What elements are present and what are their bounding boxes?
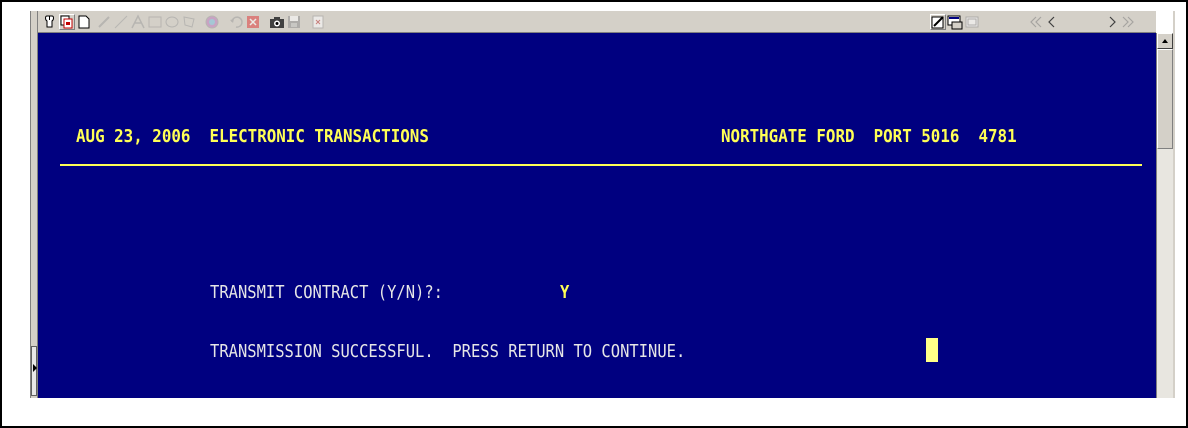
scroll-up-button[interactable] <box>1157 33 1173 49</box>
edit-icon[interactable] <box>930 14 946 30</box>
transmit-contract-answer[interactable]: Y <box>560 283 569 303</box>
close-doc-icon[interactable] <box>310 14 326 30</box>
polygon-icon[interactable] <box>181 14 197 30</box>
forward-icon[interactable] <box>1104 14 1120 30</box>
toolbar <box>38 11 1156 33</box>
fast-forward-icon[interactable] <box>1120 14 1136 30</box>
status-message: TRANSMISSION SUCCESSFUL. PRESS RETURN TO… <box>210 341 686 362</box>
camera-icon[interactable] <box>269 14 285 30</box>
text-cursor[interactable] <box>926 338 938 362</box>
arrow-up-icon <box>1162 39 1168 43</box>
back-icon[interactable] <box>1044 14 1060 30</box>
rectangle-icon[interactable] <box>147 14 163 30</box>
delete-icon[interactable] <box>245 14 261 30</box>
blank-page-icon[interactable] <box>76 14 92 30</box>
header-divider <box>60 164 1142 166</box>
undo-icon[interactable] <box>228 14 244 30</box>
ellipse-icon[interactable] <box>164 14 180 30</box>
color-icon[interactable] <box>204 14 220 30</box>
rewind-icon[interactable] <box>1028 14 1044 30</box>
header-date-title: AUG 23, 2006 ELECTRONIC TRANSACTIONS <box>76 126 429 147</box>
window-icon[interactable] <box>964 14 980 30</box>
scroll-thumb[interactable] <box>1157 49 1173 149</box>
window-edge <box>1173 11 1175 398</box>
copy-icon[interactable] <box>59 14 75 30</box>
text-a-icon[interactable] <box>130 14 146 30</box>
expand-arrow-icon[interactable] <box>33 364 37 372</box>
left-gutter <box>30 11 38 398</box>
pen-icon[interactable] <box>96 14 112 30</box>
screen-icon[interactable] <box>947 14 963 30</box>
mouse-pointer-icon[interactable] <box>42 14 58 30</box>
vertical-scrollbar[interactable] <box>1156 33 1173 398</box>
terminal-screen[interactable]: AUG 23, 2006 ELECTRONIC TRANSACTIONS NOR… <box>38 33 1156 398</box>
line-icon[interactable] <box>113 14 129 30</box>
transmit-contract-prompt: TRANSMIT CONTRACT (Y/N)?: <box>210 282 444 303</box>
header-dealer-port: NORTHGATE FORD PORT 5016 4781 <box>721 126 1017 147</box>
save-icon[interactable] <box>286 14 302 30</box>
